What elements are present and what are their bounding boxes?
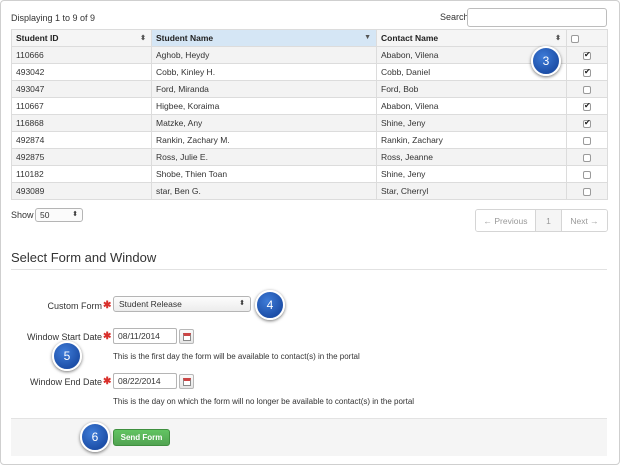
column-header-contact-name[interactable]: Contact Name ⬍ (376, 29, 567, 47)
search-input[interactable] (467, 8, 607, 27)
contact-name-cell: Ross, Jeanne (376, 148, 567, 166)
custom-form-value: Student Release (119, 299, 182, 309)
page-size-value: 50 (40, 210, 50, 220)
column-header-label: Student ID (16, 33, 59, 43)
column-header-label: Student Name (156, 33, 214, 43)
row-select-checkbox[interactable] (583, 187, 591, 196)
page-size-select[interactable]: 50 ⬍ (35, 208, 83, 222)
table-row[interactable]: 110182 Shobe, Thien Toan Shine, Jeny (11, 165, 608, 183)
student-name-cell: Matzke, Any (151, 114, 377, 132)
column-header-select-all[interactable] (566, 29, 608, 47)
calendar-icon[interactable] (179, 329, 194, 344)
sort-both-icon: ⬍ (140, 35, 146, 42)
student-name-cell: Shobe, Thien Toan (151, 165, 377, 183)
table-row[interactable]: 492874 Rankin, Zachary M. Rankin, Zachary (11, 131, 608, 149)
calendar-icon[interactable] (179, 374, 194, 389)
select-cell (566, 148, 608, 166)
students-table: Student ID ⬍ Student Name ▼ Contact Name ⬍ … (11, 29, 608, 200)
select-cell (566, 165, 608, 183)
table-header-row: Student ID ⬍ Student Name ▼ Contact Name ⬍ (11, 29, 608, 47)
select-arrows-icon: ⬍ (72, 211, 78, 218)
table-row[interactable]: 110667 Higbee, Koraima Ababon, Vilena (11, 97, 608, 115)
student-id-cell: 493089 (11, 182, 152, 200)
student-name-cell: Rankin, Zachary M. (151, 131, 377, 149)
select-cell (566, 63, 608, 81)
step-callout-badge: 6 (80, 422, 110, 452)
row-select-checkbox[interactable] (583, 136, 591, 145)
search-label: Search (440, 12, 469, 22)
section-title: Select Form and Window (11, 250, 157, 265)
pagination: ← Previous 1 Next → (475, 209, 608, 232)
custom-form-label: Custom Form (47, 301, 102, 311)
student-id-cell: 493047 (11, 80, 152, 98)
table-row[interactable]: 116868 Matzke, Any Shine, Jeny (11, 114, 608, 132)
student-name-cell: Aghob, Heydy (151, 46, 377, 64)
contact-name-cell: Shine, Jeny (376, 165, 567, 183)
select-cell (566, 131, 608, 149)
record-count-text: Displaying 1 to 9 of 9 (11, 13, 96, 23)
contact-name-cell: Shine, Jeny (376, 114, 567, 132)
column-header-label: Contact Name (381, 33, 439, 43)
contact-name-cell: Ford, Bob (376, 80, 567, 98)
send-form-button[interactable]: Send Form (113, 429, 170, 446)
sort-both-icon: ⬍ (555, 35, 561, 42)
contact-name-cell: Star, Cherryl (376, 182, 567, 200)
previous-page-button[interactable]: ← Previous (476, 210, 536, 231)
select-cell (566, 80, 608, 98)
select-all-checkbox[interactable] (571, 34, 579, 43)
student-id-cell: 493042 (11, 63, 152, 81)
table-row[interactable]: 492875 Ross, Julie E. Ross, Jeanne (11, 148, 608, 166)
select-cell (566, 97, 608, 115)
step-callout-badge: 5 (52, 341, 82, 371)
student-id-cell: 492875 (11, 148, 152, 166)
window-start-help-text: This is the first day the form will be a… (113, 352, 360, 361)
select-arrows-icon: ⬍ (239, 300, 245, 307)
window-end-date-input[interactable]: 08/22/2014 (113, 373, 177, 389)
select-cell (566, 182, 608, 200)
column-header-student-name[interactable]: Student Name ▼ (151, 29, 377, 47)
custom-form-select[interactable]: Student Release ⬍ (113, 296, 251, 312)
row-select-checkbox[interactable] (583, 170, 591, 179)
row-select-checkbox[interactable] (583, 118, 591, 128)
select-cell (566, 114, 608, 132)
page-number-button[interactable]: 1 (536, 210, 562, 231)
student-name-cell: Higbee, Koraima (151, 97, 377, 115)
student-name-cell: Ford, Miranda (151, 80, 377, 98)
student-id-cell: 110666 (11, 46, 152, 64)
row-select-checkbox[interactable] (583, 101, 591, 111)
student-id-cell: 110667 (11, 97, 152, 115)
select-cell (566, 46, 608, 64)
show-label: Show (11, 210, 34, 220)
table-row[interactable]: 493042 Cobb, Kinley H. Cobb, Daniel (11, 63, 608, 81)
table-row[interactable]: 110666 Aghob, Heydy Ababon, Vilena (11, 46, 608, 64)
contact-name-cell: Rankin, Zachary (376, 131, 567, 149)
student-id-cell: 110182 (11, 165, 152, 183)
next-page-button[interactable]: Next → (562, 210, 607, 231)
required-asterisk-icon: ✱ (103, 331, 112, 342)
step-callout-badge: 4 (255, 290, 285, 320)
row-select-checkbox[interactable] (583, 85, 591, 94)
student-name-cell: Ross, Julie E. (151, 148, 377, 166)
student-id-cell: 492874 (11, 131, 152, 149)
window-start-date-input[interactable]: 08/11/2014 (113, 328, 177, 344)
table-row[interactable]: 493047 Ford, Miranda Ford, Bob (11, 80, 608, 98)
required-asterisk-icon: ✱ (103, 300, 112, 311)
student-name-cell: star, Ben G. (151, 182, 377, 200)
table-row[interactable]: 493089 star, Ben G. Star, Cherryl (11, 182, 608, 200)
student-name-cell: Cobb, Kinley H. (151, 63, 377, 81)
window-end-label: Window End Date (29, 377, 102, 387)
section-divider (11, 269, 607, 270)
column-header-student-id[interactable]: Student ID ⬍ (11, 29, 152, 47)
required-asterisk-icon: ✱ (103, 376, 112, 387)
row-select-checkbox[interactable] (583, 67, 591, 77)
sort-desc-icon: ▼ (364, 34, 371, 41)
student-id-cell: 116868 (11, 114, 152, 132)
contact-name-cell: Ababon, Vilena (376, 97, 567, 115)
row-select-checkbox[interactable] (583, 153, 591, 162)
step-callout-badge: 3 (531, 46, 561, 76)
window-end-help-text: This is the day on which the form will n… (113, 397, 415, 406)
row-select-checkbox[interactable] (583, 50, 591, 60)
window-start-label: Window Start Date (26, 332, 102, 342)
